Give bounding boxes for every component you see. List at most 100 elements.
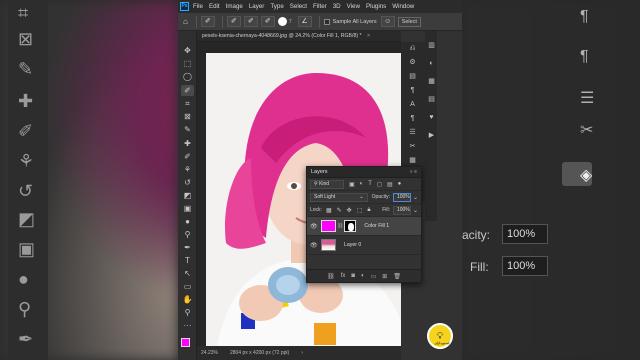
gradient-panel-icon[interactable]: ▦: [427, 77, 436, 86]
lock-all-icon[interactable]: 🔒︎: [367, 207, 370, 214]
menu-edit[interactable]: Edit: [209, 3, 220, 10]
layer-style-icon[interactable]: fx: [341, 273, 346, 279]
dodge-tool-icon[interactable]: ⚲: [181, 229, 194, 240]
zoom-fill-label: Fill:: [470, 260, 489, 274]
chevron-down-icon[interactable]: ⌄: [413, 207, 418, 214]
crop-tool-icon[interactable]: ⌗: [181, 98, 194, 109]
brush-tool-icon[interactable]: ✐: [181, 151, 194, 162]
adjustments-icon[interactable]: ☰: [408, 128, 417, 137]
menu-image[interactable]: Image: [226, 3, 243, 10]
history-panel-icon[interactable]: ⎌: [408, 44, 417, 53]
swatches-icon[interactable]: ▦: [408, 156, 417, 165]
lock-artboard-icon[interactable]: ⬚: [357, 207, 363, 214]
actions-panel-icon[interactable]: ▶: [427, 131, 436, 140]
menu-3d[interactable]: 3D: [333, 3, 341, 10]
menu-plugins[interactable]: Plugins: [366, 3, 386, 10]
zoom-tool-icon[interactable]: ⚲: [181, 307, 194, 318]
new-layer-icon[interactable]: ⊞: [382, 273, 387, 280]
paragraph-panel-icon[interactable]: ¶: [408, 86, 417, 95]
pen-tool-icon[interactable]: ✒: [181, 242, 194, 253]
paragraph-styles-icon[interactable]: ¶: [408, 114, 417, 123]
enhance-edge-icon[interactable]: ☺: [380, 16, 395, 27]
blend-mode-select[interactable]: Soft Light ⌄: [310, 192, 368, 202]
chevron-down-icon[interactable]: ⌄: [413, 194, 418, 201]
clone-stamp-icon[interactable]: ⚘: [181, 164, 194, 175]
panel-menu-icon[interactable]: » ≡: [410, 169, 417, 175]
sample-all-layers-checkbox[interactable]: [323, 18, 330, 25]
layer-name[interactable]: Layer 0: [344, 242, 361, 248]
layer-color-fill-1[interactable]: 👁︎ ⛓︎ Color Fill 1: [307, 217, 421, 236]
menu-layer[interactable]: Layer: [249, 3, 264, 10]
tool-presets-icon[interactable]: ✂: [408, 142, 417, 151]
type-filter-icon[interactable]: T: [368, 181, 372, 187]
link-icon[interactable]: ⛓︎: [337, 223, 343, 229]
visibility-eye-icon[interactable]: 👁︎: [310, 242, 319, 249]
channels-panel-icon[interactable]: ▤: [408, 72, 417, 81]
filter-kind-select[interactable]: ⚲ Kind: [310, 179, 344, 189]
brush-preview[interactable]: [277, 17, 287, 26]
gradient-tool-icon[interactable]: ▣: [181, 203, 194, 214]
character-panel-icon[interactable]: A: [408, 100, 417, 109]
more-tools-icon[interactable]: ···: [181, 320, 194, 331]
color-swatches[interactable]: [181, 338, 195, 352]
new-group-icon[interactable]: ▭: [371, 273, 377, 280]
properties-panel-icon[interactable]: ⚙: [408, 58, 417, 67]
shapes-panel-icon[interactable]: ♥: [427, 113, 436, 122]
artboard-tool-icon[interactable]: ⬚: [181, 58, 194, 69]
select-subject-button[interactable]: Select: [397, 16, 421, 27]
layer-name[interactable]: Color Fill 1: [364, 223, 389, 229]
layer-mask-thumbnail[interactable]: [344, 220, 357, 232]
subtract-selection-icon[interactable]: ✐: [260, 16, 275, 27]
photo-layer-thumbnail[interactable]: [321, 239, 336, 251]
smart-object-filter-icon[interactable]: ▤: [387, 181, 393, 188]
document-tab[interactable]: pexels-ksenia-chernaya-4048669.jpg @ 24.…: [197, 31, 401, 42]
close-document-icon[interactable]: ×: [367, 33, 370, 39]
fill-field[interactable]: 100%: [392, 205, 411, 215]
menu-filter[interactable]: Filter: [313, 3, 327, 10]
eraser-tool-icon[interactable]: ◩: [181, 190, 194, 201]
frame-tool-icon[interactable]: ⊠: [181, 111, 194, 122]
quick-select-tool-preset[interactable]: ✐: [200, 16, 215, 27]
shape-filter-icon[interactable]: ◻: [377, 181, 382, 188]
menu-file[interactable]: File: [193, 3, 203, 10]
libraries-icon[interactable]: ▥: [427, 41, 436, 50]
opacity-field[interactable]: 100%: [392, 192, 411, 202]
status-arrow-icon[interactable]: ›: [301, 350, 303, 356]
color-fill-thumbnail[interactable]: [321, 220, 336, 232]
zoom-opacity-label: acity:: [462, 228, 491, 242]
link-layers-icon[interactable]: ⛓︎: [327, 273, 335, 280]
move-tool-icon[interactable]: ✥: [181, 45, 194, 56]
blur-tool-icon[interactable]: ●: [181, 216, 194, 227]
visibility-eye-icon[interactable]: 👁︎: [310, 223, 319, 230]
quick-selection-tool-icon[interactable]: ✐: [181, 85, 194, 96]
delete-layer-icon[interactable]: 🗑︎: [393, 273, 401, 280]
eyedropper-tool-icon[interactable]: ✎: [181, 124, 194, 135]
menu-type[interactable]: Type: [270, 3, 283, 10]
layer-0[interactable]: 👁︎ Layer 0: [307, 236, 421, 255]
add-mask-icon[interactable]: ◙: [351, 273, 355, 279]
lock-image-icon[interactable]: ✎: [337, 207, 342, 214]
hand-tool-icon[interactable]: ✋: [181, 294, 194, 305]
healing-brush-icon[interactable]: ✚: [181, 138, 194, 149]
patterns-panel-icon[interactable]: ▤: [427, 95, 436, 104]
marquee-tool-icon[interactable]: ◯: [181, 71, 194, 82]
menu-view[interactable]: View: [347, 3, 360, 10]
menu-select[interactable]: Select: [290, 3, 307, 10]
new-selection-icon[interactable]: ✐: [226, 16, 241, 27]
new-adjustment-icon[interactable]: ◐: [361, 273, 365, 279]
filter-toggle-icon[interactable]: ●: [398, 181, 402, 187]
adjustment-filter-icon[interactable]: ◐: [360, 181, 364, 187]
add-selection-icon[interactable]: ✐: [243, 16, 258, 27]
foreground-color-swatch[interactable]: [181, 338, 190, 347]
type-tool-icon[interactable]: T: [181, 255, 194, 266]
color-panel-icon[interactable]: ◐: [427, 59, 436, 68]
angle-icon[interactable]: ∠: [297, 16, 312, 27]
pixel-filter-icon[interactable]: ▣: [349, 181, 355, 188]
home-icon[interactable]: ⌂: [183, 17, 188, 26]
rectangle-tool-icon[interactable]: ▭: [181, 281, 194, 292]
path-selection-icon[interactable]: ↖: [181, 268, 194, 279]
lock-position-icon[interactable]: ✥: [347, 207, 352, 214]
lock-pixels-icon[interactable]: ▦: [326, 207, 332, 214]
history-brush-icon[interactable]: ↺: [181, 177, 194, 188]
menu-window[interactable]: Window: [392, 3, 414, 10]
